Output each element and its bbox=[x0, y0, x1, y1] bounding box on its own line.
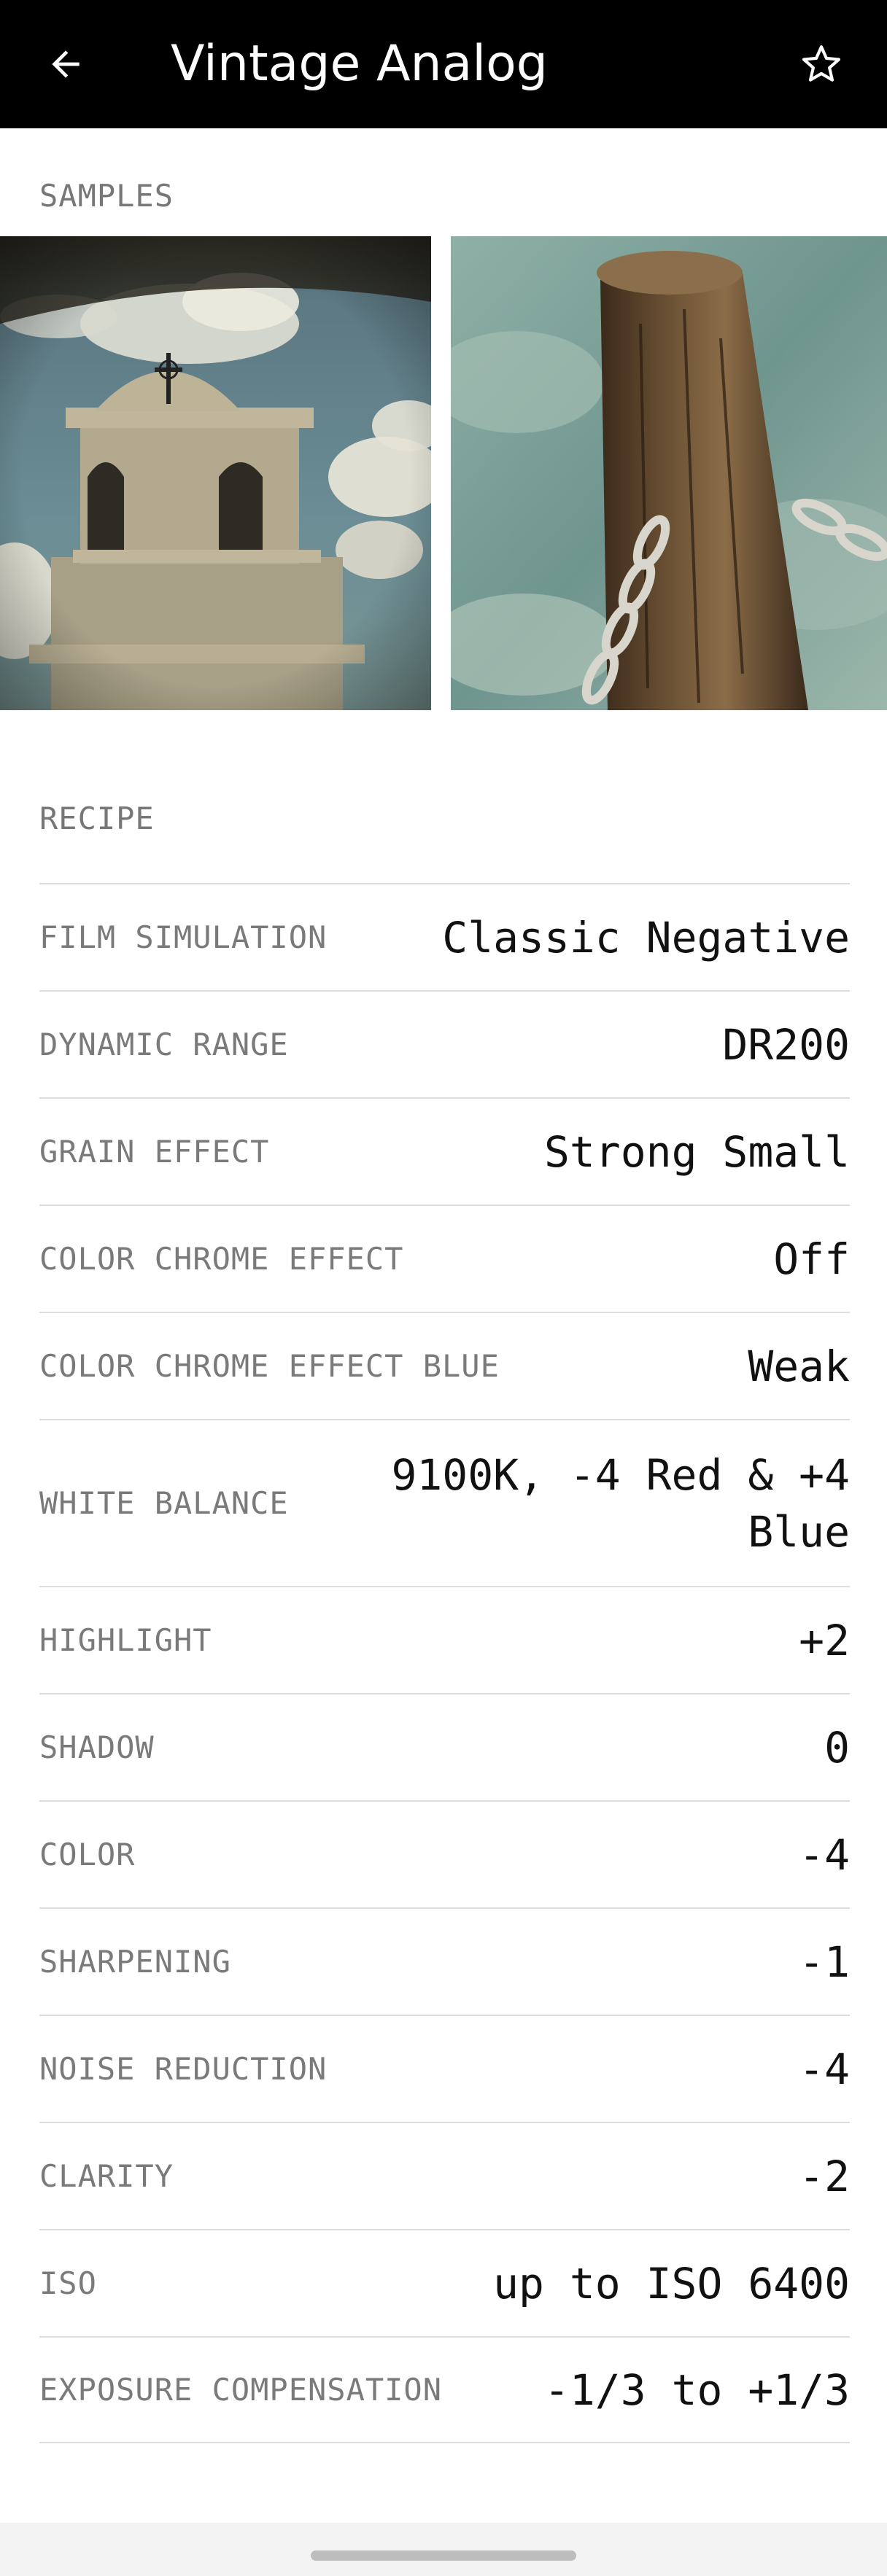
recipe-row-sharpening: SHARPENING -1 bbox=[39, 1907, 850, 2015]
recipe-value: Off bbox=[773, 1234, 850, 1284]
recipe-key: COLOR bbox=[39, 1837, 136, 1872]
recipe-value: -1/3 to +1/3 bbox=[543, 2365, 850, 2415]
recipe-value: -4 bbox=[799, 1829, 850, 1880]
recipe-row-grain-effect: GRAIN EFFECT Strong Small bbox=[39, 1097, 850, 1205]
recipe-value: up to ISO 6400 bbox=[493, 2258, 850, 2308]
recipe-row-clarity: CLARITY -2 bbox=[39, 2122, 850, 2229]
recipe-row-white-balance: WHITE BALANCE 9100K, -4 Red & +4 Blue bbox=[39, 1419, 850, 1586]
recipe-row-shadow: SHADOW 0 bbox=[39, 1693, 850, 1800]
recipe-table: FILM SIMULATION Classic Negative DYNAMIC… bbox=[39, 883, 850, 2443]
recipe-key: WHITE BALANCE bbox=[39, 1485, 289, 1521]
star-outline-icon bbox=[802, 45, 841, 82]
recipe-key: NOISE REDUCTION bbox=[39, 2051, 328, 2087]
recipe-value: -1 bbox=[799, 1937, 850, 1987]
recipe-value: +2 bbox=[799, 1615, 850, 1665]
recipe-value: Weak bbox=[748, 1341, 850, 1391]
recipe-row-color: COLOR -4 bbox=[39, 1800, 850, 1907]
recipe-value: Strong Small bbox=[543, 1126, 850, 1177]
recipe-key: SHADOW bbox=[39, 1729, 155, 1765]
recipe-row-iso: ISO up to ISO 6400 bbox=[39, 2229, 850, 2336]
arrow-left-icon bbox=[52, 50, 80, 78]
wooden-post-chain-photo bbox=[451, 236, 887, 710]
recipe-key: DYNAMIC RANGE bbox=[39, 1027, 289, 1062]
recipe-value: -4 bbox=[799, 2044, 850, 2094]
recipe-key: COLOR CHROME EFFECT bbox=[39, 1241, 404, 1277]
recipe-key: HIGHLIGHT bbox=[39, 1622, 212, 1658]
recipe-key: COLOR CHROME EFFECT BLUE bbox=[39, 1348, 500, 1384]
recipe-value: DR200 bbox=[722, 1019, 850, 1070]
back-button[interactable] bbox=[42, 41, 89, 87]
favorite-button[interactable] bbox=[797, 39, 846, 89]
sample-image-wooden-post[interactable] bbox=[451, 236, 887, 710]
system-navigation-bar bbox=[0, 2523, 887, 2576]
recipe-key: GRAIN EFFECT bbox=[39, 1134, 270, 1170]
recipe-key: EXPOSURE COMPENSATION bbox=[39, 2372, 443, 2408]
recipe-value: 9100K, -4 Red & +4 Blue bbox=[391, 1450, 850, 1557]
recipe-row-noise-reduction: NOISE REDUCTION -4 bbox=[39, 2015, 850, 2122]
recipe-value: 0 bbox=[824, 1722, 850, 1773]
samples-section-label: SAMPLES bbox=[39, 178, 174, 214]
home-indicator[interactable] bbox=[311, 2550, 576, 2561]
recipe-section-label: RECIPE bbox=[39, 801, 155, 836]
recipe-key: SHARPENING bbox=[39, 1944, 231, 1980]
recipe-row-highlight: HIGHLIGHT +2 bbox=[39, 1586, 850, 1693]
bell-tower-photo bbox=[0, 236, 431, 710]
recipe-key: ISO bbox=[39, 2265, 97, 2301]
recipe-row-color-chrome-effect-blue: COLOR CHROME EFFECT BLUE Weak bbox=[39, 1312, 850, 1419]
samples-gallery[interactable] bbox=[0, 236, 887, 710]
recipe-row-exposure-compensation: EXPOSURE COMPENSATION -1/3 to +1/3 bbox=[39, 2336, 850, 2443]
recipe-value: -2 bbox=[799, 2151, 850, 2201]
recipe-row-color-chrome-effect: COLOR CHROME EFFECT Off bbox=[39, 1205, 850, 1312]
recipe-row-film-simulation: FILM SIMULATION Classic Negative bbox=[39, 883, 850, 990]
app-bar: Vintage Analog bbox=[0, 0, 887, 128]
page-title: Vintage Analog bbox=[171, 35, 548, 93]
sample-image-bell-tower[interactable] bbox=[0, 236, 431, 710]
recipe-row-dynamic-range: DYNAMIC RANGE DR200 bbox=[39, 990, 850, 1097]
recipe-value: Classic Negative bbox=[442, 912, 850, 962]
recipe-key: FILM SIMULATION bbox=[39, 919, 328, 955]
recipe-key: CLARITY bbox=[39, 2158, 174, 2194]
